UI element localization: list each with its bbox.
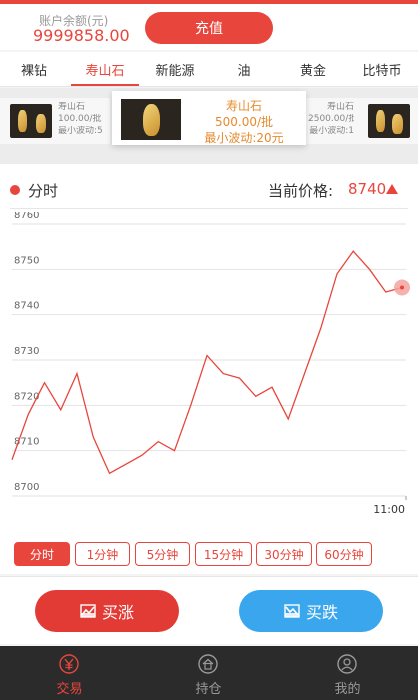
tab-shoushan-stone[interactable]: 寿山石: [71, 52, 139, 87]
current-price-label: 当前价格:: [268, 182, 334, 200]
trade-bar: 买涨 买跌: [0, 576, 418, 644]
y-tick-label: 8760: [14, 212, 39, 221]
product-wave: 最小波动:5: [58, 126, 103, 136]
y-tick-label: 8740: [14, 301, 39, 312]
buy-down-label: 买跌: [305, 603, 338, 622]
period-tab-30min[interactable]: 30分钟: [256, 542, 312, 566]
product-image: [121, 99, 181, 140]
buy-down-button[interactable]: 买跌: [239, 590, 383, 632]
header-divider: [10, 208, 408, 209]
period-selector: 分时 1分钟 5分钟 15分钟 30分钟 60分钟: [0, 542, 418, 572]
chart-panel: 分时 当前价格: 8740 8700 8710 8720 8730 8740 8750 87…: [0, 164, 418, 574]
y-tick-label: 8700: [14, 482, 39, 493]
product-card-right[interactable]: 寿山石 2500.00/批 最小波动:1: [306, 98, 418, 144]
price-line-chart: 870087108720873087408750876011:00: [11, 212, 410, 516]
period-tab-fenshi[interactable]: 分时: [14, 542, 70, 566]
nav-positions[interactable]: 持仓: [139, 646, 278, 700]
product-price: 500.00/批: [214, 115, 274, 129]
product-name: 寿山石: [225, 99, 262, 113]
product-card-active[interactable]: 寿山石 500.00/批 最小波动:20元: [112, 91, 306, 145]
yen-icon: [59, 654, 79, 674]
title-dot: [10, 185, 20, 195]
product-carousel: 寿山石 100.00/批 最小波动:5 寿山石 2500.00/批 最小波动:1…: [0, 88, 418, 164]
nav-trade-label: 交易: [56, 682, 83, 697]
last-point: [400, 285, 404, 290]
tab-loose-diamond[interactable]: 裸钻: [0, 52, 68, 87]
product-image: [368, 104, 410, 138]
recharge-button[interactable]: 充值: [145, 12, 273, 44]
balance-value: 9999858.00: [33, 26, 130, 45]
chart-title: 分时: [28, 182, 59, 200]
active-tab-underline: [71, 84, 139, 86]
period-tab-60min[interactable]: 60分钟: [316, 542, 372, 566]
product-wave: 最小波动:1: [309, 126, 354, 136]
tab-new-energy[interactable]: 新能源: [141, 52, 209, 87]
product-wave: 最小波动:20元: [204, 131, 284, 145]
user-icon: [337, 654, 357, 674]
series-line: [11, 250, 403, 475]
current-price-value: 8740: [348, 180, 387, 198]
product-name: 寿山石: [58, 102, 86, 112]
product-name: 寿山石: [326, 102, 354, 112]
buy-up-button[interactable]: 买涨: [35, 590, 179, 632]
tab-oil[interactable]: 油: [210, 52, 278, 87]
period-tab-15min[interactable]: 15分钟: [195, 542, 252, 566]
nav-mine-label: 我的: [334, 682, 361, 697]
product-price: 100.00/批: [58, 114, 102, 124]
trend-up-icon: [80, 604, 96, 618]
y-tick-label: 8730: [14, 346, 39, 357]
nav-trade[interactable]: 交易: [0, 646, 139, 700]
y-tick-label: 8750: [14, 255, 39, 266]
category-tabs: 裸钻 寿山石 新能源 油 黄金 比特币: [0, 52, 418, 87]
product-price: 2500.00/批: [308, 114, 354, 124]
house-icon: [198, 654, 218, 674]
period-tab-5min[interactable]: 5分钟: [135, 542, 190, 566]
product-card-left[interactable]: 寿山石 100.00/批 最小波动:5: [0, 98, 110, 144]
price-up-arrow-icon: [386, 184, 398, 194]
tab-gold[interactable]: 黄金: [279, 52, 347, 87]
bottom-nav: 交易 持仓 我的: [0, 646, 418, 700]
buy-up-label: 买涨: [101, 603, 134, 622]
x-tick-label: 11:00: [373, 503, 405, 516]
nav-positions-label: 持仓: [195, 682, 222, 697]
trend-down-icon: [284, 604, 300, 618]
balance-bar: 账户余额(元) 9999858.00 充值: [0, 4, 418, 50]
tab-bitcoin[interactable]: 比特币: [348, 52, 416, 87]
period-tab-1min[interactable]: 1分钟: [75, 542, 130, 566]
product-image: [10, 104, 52, 138]
nav-mine[interactable]: 我的: [278, 646, 417, 700]
